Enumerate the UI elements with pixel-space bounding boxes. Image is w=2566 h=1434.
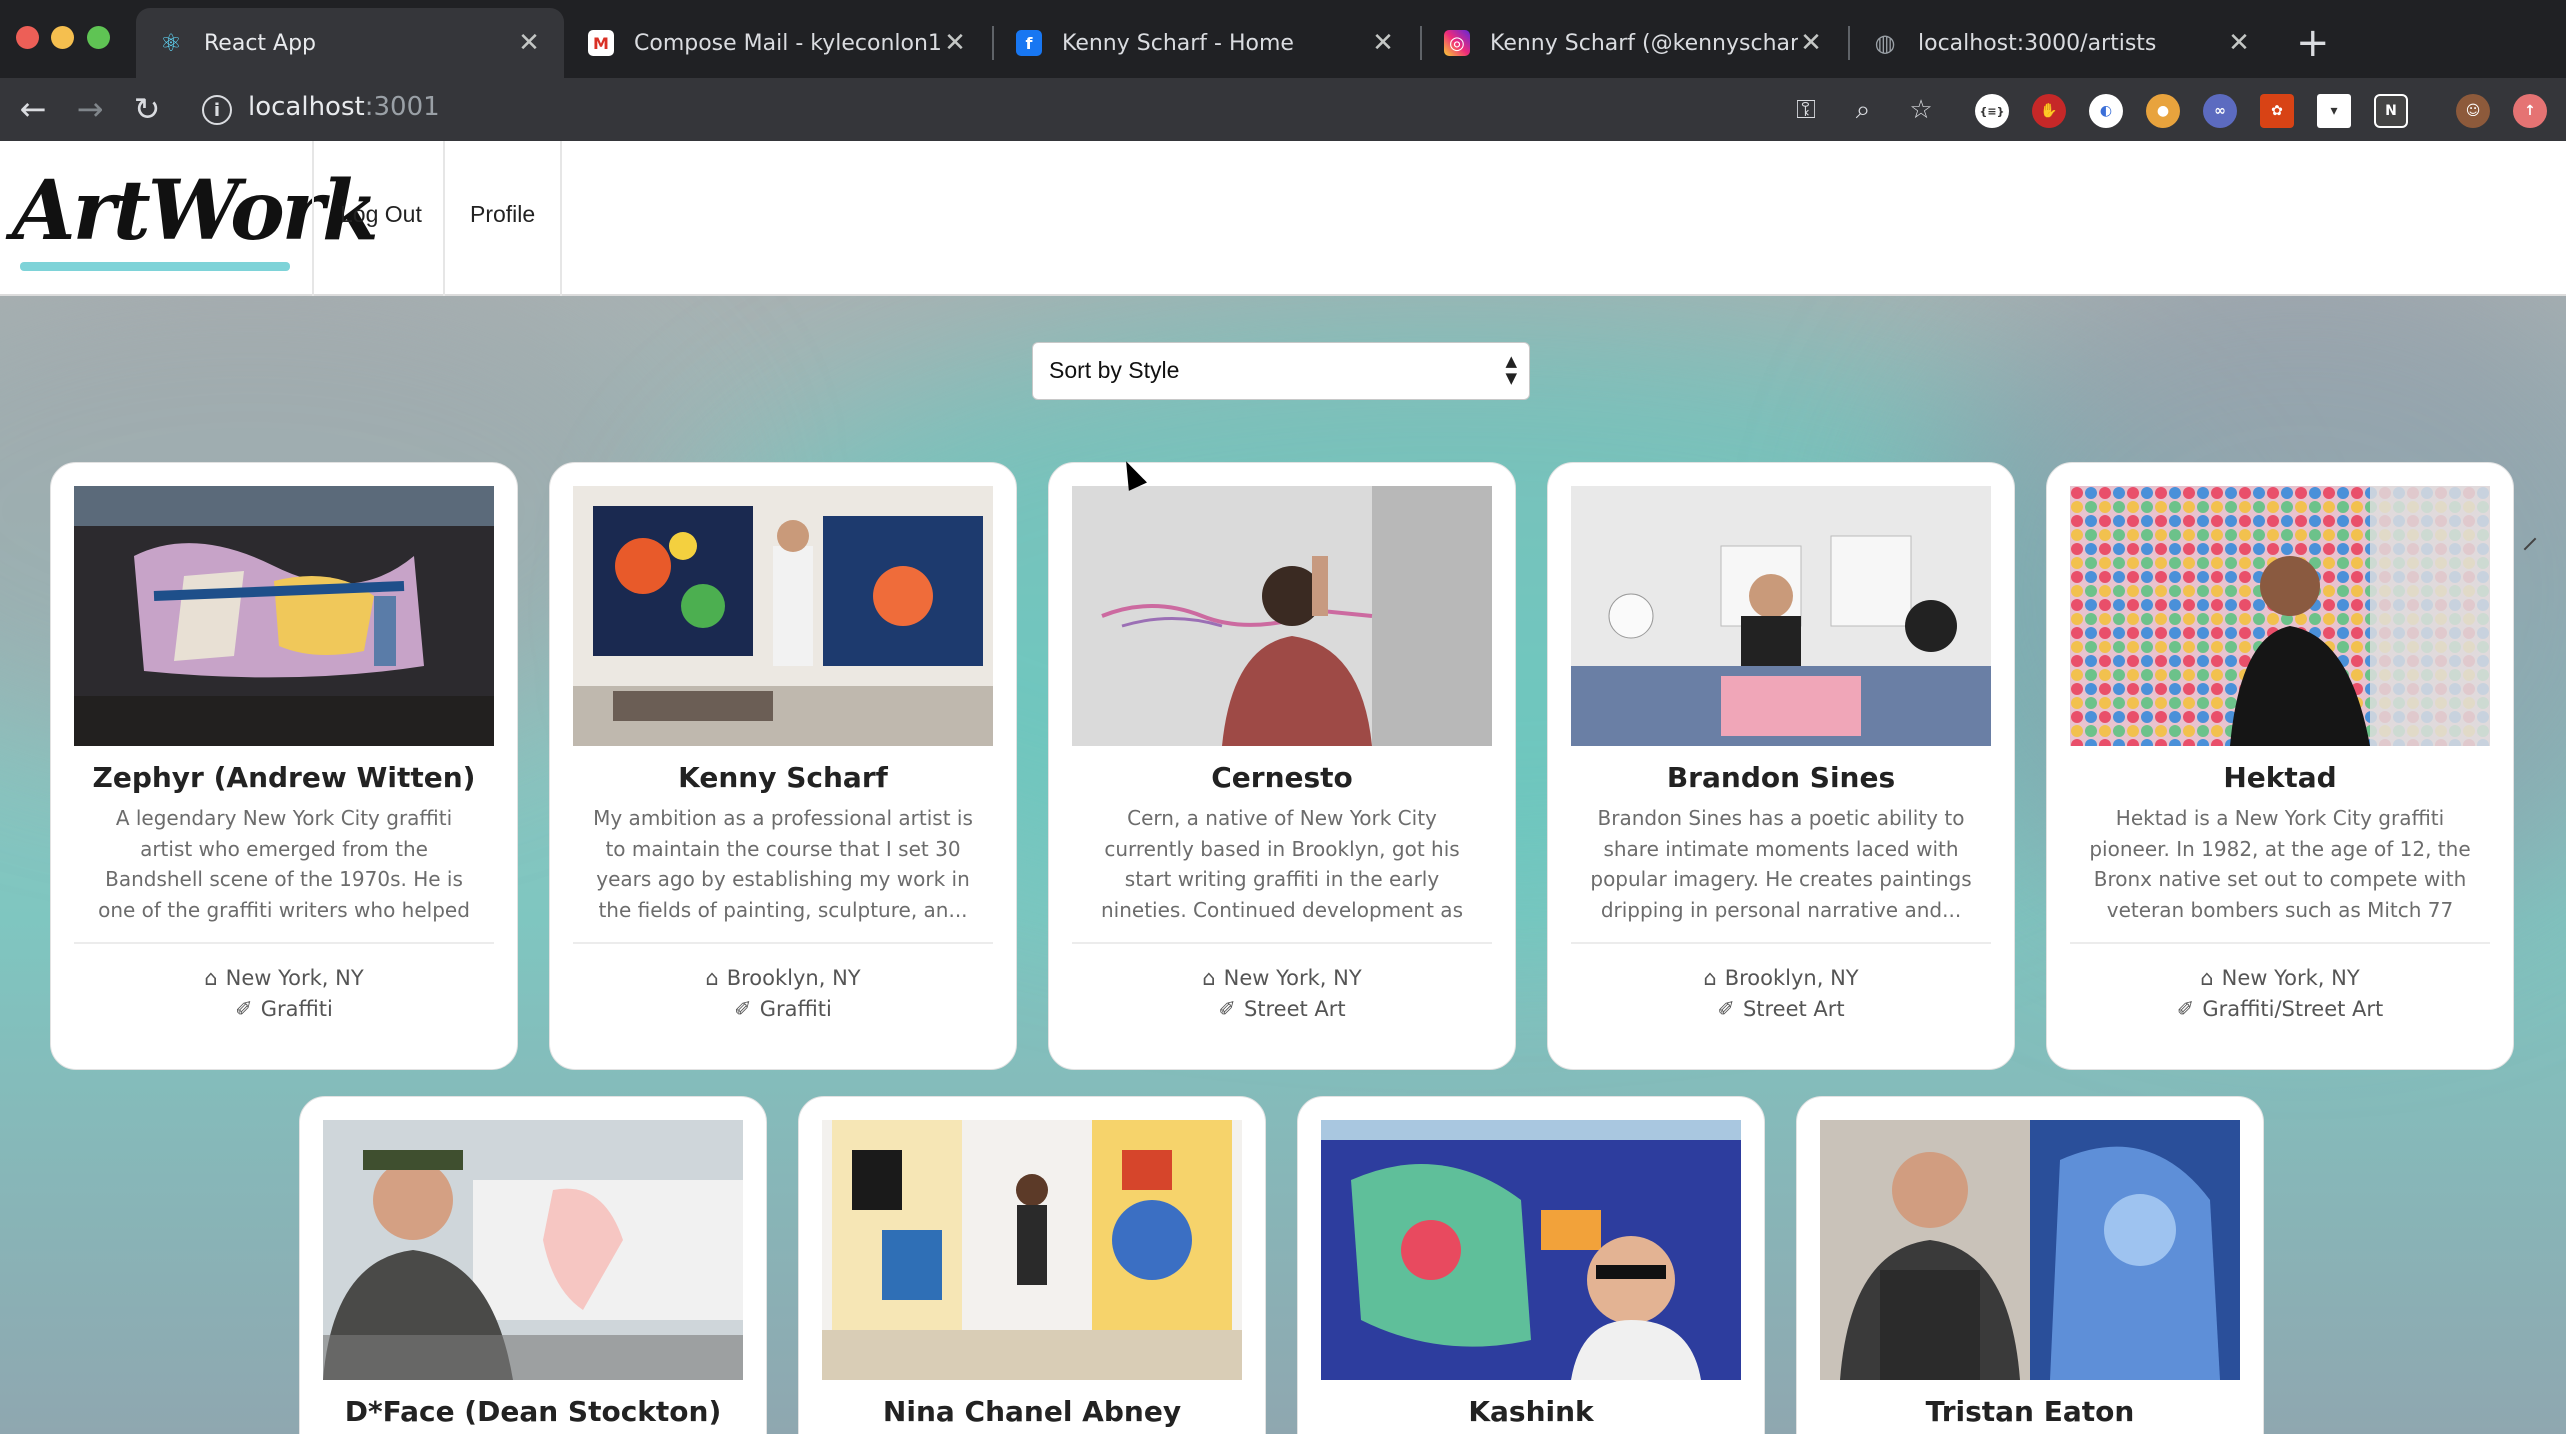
tab-react-app[interactable]: ⚛ React App ✕	[136, 8, 564, 78]
browser-toolbar: ← → ↻ i localhost:3001 ⚿ ⌕ ☆ {≡} ✋ ◐ ● ∞…	[0, 78, 2566, 141]
tab-localhost-artists[interactable]: ◍ localhost:3000/artists ✕	[1850, 8, 2274, 78]
artist-name: D*Face (Dean Stockton)	[344, 1395, 722, 1428]
minimize-window-button[interactable]	[51, 26, 74, 49]
puzzle-extension-icon[interactable]: ✿	[2260, 94, 2294, 128]
artist-card[interactable]: Kenny Scharf My ambition as a profession…	[549, 462, 1017, 1070]
profile-avatar-icon[interactable]: ☺	[2456, 94, 2490, 128]
tab-kenny-scharf-instagram[interactable]: ◎ Kenny Scharf (@kennyscharf) • ✕	[1422, 8, 1846, 78]
paintbrush-icon: ✐	[235, 997, 253, 1021]
artist-bio: My ambition as a professional artist is …	[593, 806, 973, 922]
glasses-extension-icon[interactable]: ∞	[2203, 94, 2237, 128]
forward-arrow-icon[interactable]: →	[67, 86, 113, 132]
artist-name: Hektad	[2223, 761, 2337, 794]
tab-kenny-scharf-facebook[interactable]: f Kenny Scharf - Home ✕	[994, 8, 1418, 78]
back-arrow-icon[interactable]: ←	[10, 86, 56, 132]
close-tab-icon[interactable]: ✕	[942, 28, 968, 58]
home-icon: ⌂	[204, 966, 218, 990]
artist-photo	[822, 1120, 1242, 1380]
maximize-window-button[interactable]	[87, 26, 110, 49]
paintbrush-icon: ✐	[1218, 997, 1236, 1021]
address-bar[interactable]: localhost:3001	[248, 92, 440, 122]
artist-style: ✐ Graffiti/Street Art	[2176, 997, 2384, 1021]
artists-page: ArtWork Log Out Profile Sort by Style ▲ ▼	[0, 141, 2566, 1434]
artist-card[interactable]: Hektad Hektad is a New York City graffit…	[2046, 462, 2514, 1070]
artist-name: Tristan Eaton	[1925, 1395, 2135, 1428]
sort-by-style-select[interactable]: Sort by Style ▲ ▼	[1032, 342, 1530, 400]
bookmark-star-icon[interactable]: ☆	[1903, 92, 1939, 128]
artist-location: ⌂ Brooklyn, NY	[705, 966, 861, 990]
close-tab-icon[interactable]: ✕	[2226, 28, 2252, 58]
artist-bio: A legendary New York City graffiti artis…	[98, 806, 470, 922]
close-tab-icon[interactable]: ✕	[1798, 28, 1824, 58]
compass-extension-icon[interactable]: ◐	[2089, 94, 2123, 128]
honey-extension-icon[interactable]: ●	[2146, 94, 2180, 128]
logo-underline	[20, 262, 290, 271]
globe-icon: ◍	[1874, 29, 1896, 57]
artist-card[interactable]: Zephyr (Andrew Witten) A legendary New Y…	[50, 462, 518, 1070]
app-navbar: ArtWork Log Out Profile	[0, 141, 2566, 296]
artist-card[interactable]: Brandon Sines Brandon Sines has a poetic…	[1547, 462, 2015, 1070]
artist-name: Zephyr (Andrew Witten)	[92, 761, 476, 794]
browser-tab-strip: ⚛ React App ✕ M Compose Mail - kyleconlo…	[0, 0, 2566, 86]
artist-photo	[2070, 486, 2490, 746]
new-tab-button[interactable]: +	[2296, 16, 2330, 70]
artist-style: ✐ Graffiti	[235, 997, 333, 1021]
paintbrush-icon: ✐	[2176, 997, 2195, 1021]
profile-link[interactable]: Profile	[470, 201, 535, 228]
artist-location: ⌂ Brooklyn, NY	[1703, 966, 1859, 990]
artist-photo	[1820, 1120, 2240, 1380]
reload-icon[interactable]: ↻	[124, 86, 170, 132]
logout-link[interactable]: Log Out	[340, 201, 422, 228]
flag-extension-icon[interactable]: ▾	[2317, 94, 2351, 128]
site-info-icon[interactable]: i	[202, 95, 232, 125]
key-icon[interactable]: ⚿	[1788, 92, 1824, 128]
paintbrush-icon: ✐	[1717, 997, 1735, 1021]
artist-name: Cernesto	[1211, 761, 1353, 794]
artwork-logo[interactable]: ArtWork	[12, 163, 379, 259]
facebook-icon: f	[1016, 30, 1042, 56]
artist-photo	[1072, 486, 1492, 746]
notion-extension-icon[interactable]: N	[2374, 94, 2408, 128]
artist-photo	[1321, 1120, 1741, 1380]
artist-photo	[74, 486, 494, 746]
home-icon: ⌂	[1202, 966, 1216, 990]
close-window-button[interactable]	[16, 26, 39, 49]
artist-card[interactable]: Kashink	[1297, 1096, 1765, 1434]
artist-location: ⌂ New York, NY	[1202, 966, 1362, 990]
artist-card[interactable]: Nina Chanel Abney	[798, 1096, 1266, 1434]
instagram-icon: ◎	[1444, 30, 1470, 56]
select-arrows-icon: ▲ ▼	[1505, 352, 1517, 387]
react-icon: ⚛	[160, 29, 182, 57]
artist-name: Nina Chanel Abney	[882, 1395, 1182, 1428]
artist-location: ⌂ New York, NY	[2200, 966, 2360, 990]
artist-name: Kashink	[1468, 1395, 1594, 1428]
home-icon: ⌂	[1703, 966, 1717, 990]
zoom-icon[interactable]: ⌕	[1845, 92, 1881, 128]
paintbrush-icon: ✐	[734, 997, 752, 1021]
artist-name: Brandon Sines	[1666, 761, 1896, 794]
artist-card[interactable]: Tristan Eaton	[1796, 1096, 2264, 1434]
artist-photo	[573, 486, 993, 746]
artist-name: Kenny Scharf	[678, 761, 888, 794]
home-icon: ⌂	[705, 966, 719, 990]
close-tab-icon[interactable]: ✕	[1370, 28, 1396, 58]
gmail-icon: M	[588, 30, 614, 56]
artist-card[interactable]: Cernesto Cern, a native of New York City…	[1048, 462, 1516, 1070]
artist-bio: Hektad is a New York City graffiti pione…	[2089, 806, 2471, 922]
home-icon: ⌂	[2200, 966, 2214, 990]
artist-style: ✐ Street Art	[1218, 997, 1346, 1021]
artist-style: ✐ Graffiti	[734, 997, 832, 1021]
artist-photo	[1571, 486, 1991, 746]
artist-bio: Cern, a native of New York City currentl…	[1100, 806, 1463, 922]
adblock-extension-icon[interactable]: ✋	[2032, 94, 2066, 128]
close-tab-icon[interactable]: ✕	[516, 28, 542, 58]
artist-photo	[323, 1120, 743, 1380]
tab-compose-mail[interactable]: M Compose Mail - kyleconlon13@ ✕	[566, 8, 990, 78]
artist-style: ✐ Street Art	[1717, 997, 1845, 1021]
update-badge-icon[interactable]: ↑	[2513, 94, 2547, 128]
artist-bio: Brandon Sines has a poetic ability to sh…	[1590, 806, 1972, 922]
artist-card[interactable]: D*Face (Dean Stockton)	[299, 1096, 767, 1434]
artist-location: ⌂ New York, NY	[204, 966, 364, 990]
json-extension-icon[interactable]: {≡}	[1975, 94, 2009, 128]
